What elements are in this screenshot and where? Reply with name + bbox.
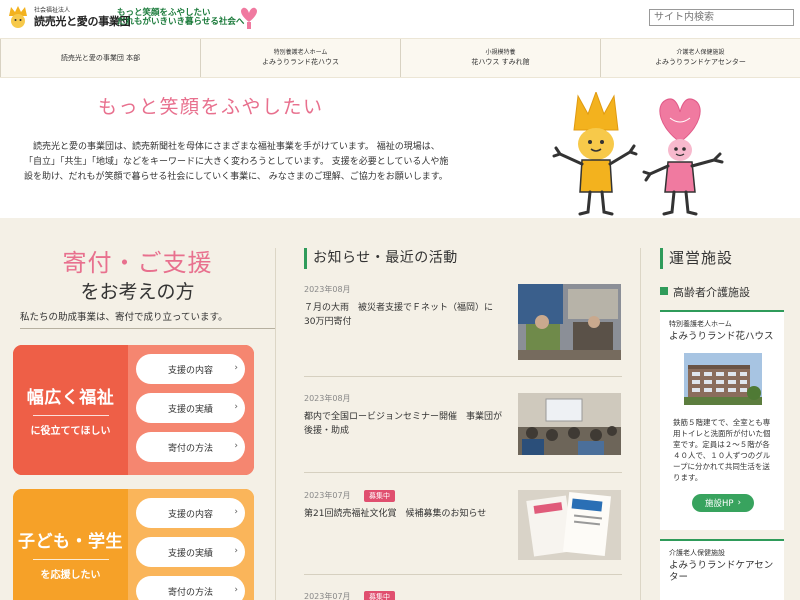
news-divider <box>304 574 622 575</box>
button-label: 寄付の方法 <box>167 443 213 454</box>
button-label: 支援の実績 <box>167 404 213 415</box>
facilities-heading: 運営施設 <box>660 248 733 269</box>
card-divider <box>32 559 109 560</box>
button-label: 支援の内容 <box>167 509 213 520</box>
facility-card-care-center: 介護老人保健施設 よみうりランドケアセンター <box>660 539 784 600</box>
hero-title: もっと笑顔をふやしたい <box>98 96 324 118</box>
hero-description: 読売光と愛の事業団は、読売新聞社を母体にさまざまな福祉事業を手がけています。 福… <box>24 142 449 182</box>
facility-type: 特別養護老人ホーム <box>669 320 732 328</box>
nav-item-hana-house[interactable]: 特別養護老人ホーム よみうりランド花ハウス <box>201 39 401 77</box>
news-title[interactable]: ７月の大雨 被災者支援でＦネット（福岡）に30万円寄付 <box>304 301 504 329</box>
news-photo-flood-relief[interactable] <box>518 284 621 360</box>
nav-item-sub: 介護老人保健施設 <box>676 49 725 57</box>
logo-mascot-icon <box>5 4 31 30</box>
nav-item-label: よみうりランド花ハウス <box>262 58 339 67</box>
nav-item-sumire-kan[interactable]: 小規模特養 花ハウス すみれ館 <box>401 39 601 77</box>
donate-note: 私たちの助成事業は、寄付で成り立っています。 <box>20 309 275 329</box>
card-caption: に役立ててほしい <box>30 426 111 437</box>
support-content-button[interactable]: 支援の内容 › <box>136 354 245 384</box>
donate-card-welfare: 幅広く福祉 に役立ててほしい 支援の内容 › 支援の実績 › 寄付の方法 › <box>13 345 254 475</box>
donate-subtitle: をお考えの方 <box>80 281 195 303</box>
donation-method-button[interactable]: 寄付の方法 › <box>136 576 245 600</box>
news-date: 2023年08月 <box>304 394 351 403</box>
logo-subtitle: 社会福祉法人 <box>34 6 71 14</box>
column-divider <box>640 248 641 600</box>
card-caption: を応援したい <box>40 570 101 581</box>
button-label: 支援の内容 <box>167 365 213 376</box>
news-date: 2023年08月 <box>304 285 351 294</box>
tagline-line-2: だれもがいきいき暮らせる社会へ <box>117 16 245 27</box>
chevron-right-icon: › <box>234 585 238 595</box>
card-heading[interactable]: 幅広く福祉 に役立ててほしい <box>13 345 128 475</box>
news-date: 2023年07月 <box>304 491 351 500</box>
facility-category: 高齢者介護施設 <box>660 284 750 300</box>
facility-nav: 読売光と愛の事業団 本部 特別養護老人ホーム よみうりランド花ハウス 小規模特養… <box>0 38 800 78</box>
button-label: 支援の実績 <box>167 548 213 559</box>
nav-item-sub: 小規模特養 <box>485 49 516 57</box>
button-label: 寄付の方法 <box>167 587 213 598</box>
mascot-illustration <box>552 90 732 217</box>
card-title: 子ども・学生 <box>18 532 123 552</box>
donation-method-button[interactable]: 寄付の方法 › <box>136 432 245 462</box>
main-content: 寄付・ご支援 をお考えの方 私たちの助成事業は、寄付で成り立っています。 幅広く… <box>0 218 800 600</box>
donate-card-children: 子ども・学生 を応援したい 支援の内容 › 支援の実績 › 寄付の方法 › <box>13 489 254 600</box>
recruiting-badge: 募集中 <box>364 490 395 502</box>
chevron-right-icon: › <box>234 507 238 517</box>
nav-item-label: 花ハウス すみれ館 <box>471 58 530 67</box>
news-divider <box>304 376 622 377</box>
header-tagline: もっと笑顔をふやしたい だれもがいきいき暮らせる社会へ <box>117 9 244 27</box>
facility-type: 介護老人保健施設 <box>669 549 725 557</box>
facility-description: 鉄筋５階建てで、全室とも専用トイレと洗面所が付いた個室です。定員は２～５階が各４… <box>673 418 771 482</box>
chevron-right-icon: › <box>737 498 741 508</box>
card-divider <box>32 415 109 416</box>
logo-title: 読売光と愛の事業団 <box>34 14 131 28</box>
chevron-right-icon: › <box>234 363 238 373</box>
nav-item-care-center[interactable]: 介護老人保健施設 よみうりランドケアセンター <box>601 39 800 77</box>
nav-item-sub: 特別養護老人ホーム <box>273 49 328 57</box>
column-divider <box>275 248 276 600</box>
facility-card-hana-house: 特別養護老人ホーム よみうりランド花ハウス 鉄筋５階建てで、全室とも専用トイレと… <box>660 310 784 530</box>
news-title[interactable]: 都内で全国ロービジョンセミナー開催 事業団が後援・助成 <box>304 410 504 438</box>
news-photo-seminar[interactable] <box>518 393 621 469</box>
site-header: 社会福祉法人 読売光と愛の事業団 もっと笑顔をふやしたい だれもがいきいき暮らせ… <box>0 0 800 38</box>
facility-hp-button[interactable]: 施設HP › <box>692 494 754 512</box>
support-results-button[interactable]: 支援の実績 › <box>136 537 245 567</box>
nav-item-label: 読売光と愛の事業団 本部 <box>60 53 141 62</box>
card-heading[interactable]: 子ども・学生 を応援したい <box>13 489 128 600</box>
site-search-input[interactable] <box>649 9 794 26</box>
chevron-right-icon: › <box>234 546 238 556</box>
chevron-right-icon: › <box>234 402 238 412</box>
news-photo-award-flyer[interactable] <box>518 490 621 566</box>
nav-item-headquarters[interactable]: 読売光と愛の事業団 本部 <box>0 39 201 77</box>
site-logo[interactable]: 社会福祉法人 読売光と愛の事業団 <box>5 4 131 30</box>
recruiting-badge: 募集中 <box>364 591 395 600</box>
heart-mascot-icon <box>235 4 263 32</box>
news-date: 2023年07月 <box>304 592 351 600</box>
facility-building-photo <box>684 353 762 405</box>
news-title[interactable]: 第21回読売福祉文化賞 候補募集のお知らせ <box>304 507 504 521</box>
donate-title: 寄付・ご支援 <box>62 249 213 277</box>
facility-name[interactable]: よみうりランド花ハウス <box>660 329 784 343</box>
news-divider <box>304 472 622 473</box>
facility-name[interactable]: よみうりランドケアセンター <box>660 558 784 584</box>
button-label: 施設HP <box>705 499 734 509</box>
hero-section: もっと笑顔をふやしたい 読売光と愛の事業団は、読売新聞社を母体にさまざまな福祉事… <box>0 78 800 218</box>
support-content-button[interactable]: 支援の内容 › <box>136 498 245 528</box>
chevron-right-icon: › <box>234 441 238 451</box>
card-title: 幅広く福祉 <box>26 388 115 408</box>
news-heading: お知らせ・最近の活動 <box>304 248 458 269</box>
nav-item-label: よみうりランドケアセンター <box>655 58 746 67</box>
support-results-button[interactable]: 支援の実績 › <box>136 393 245 423</box>
